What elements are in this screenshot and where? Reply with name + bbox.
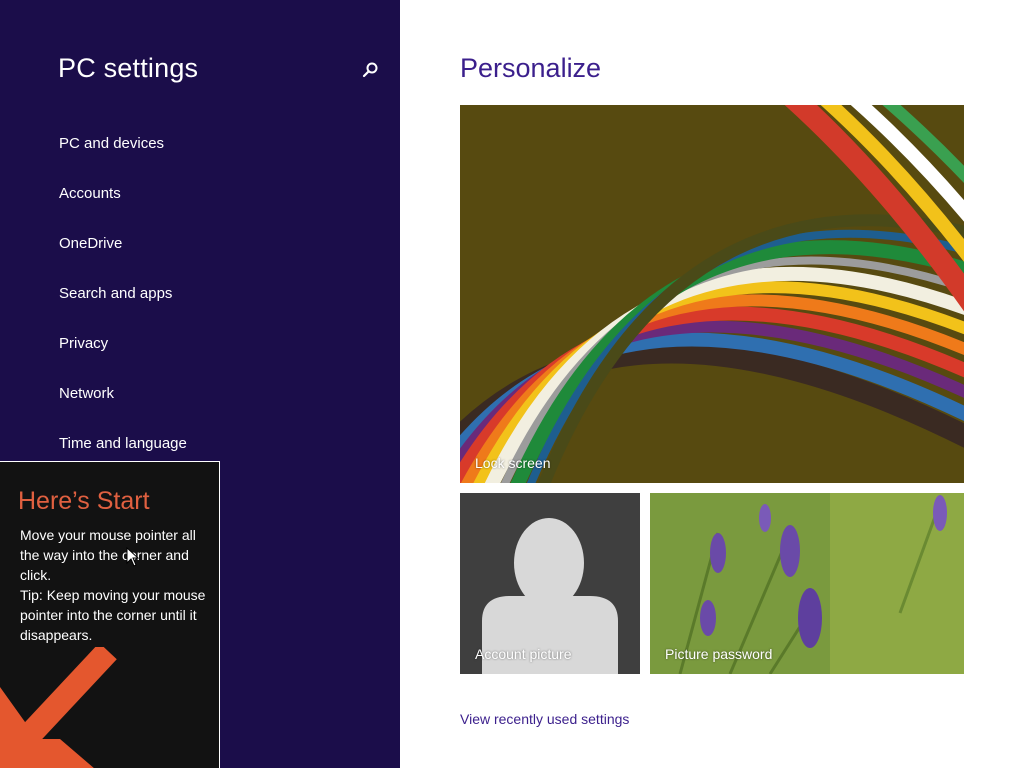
nav-title: PC settings — [58, 53, 199, 83]
corner-arrow-icon — [0, 647, 117, 768]
account-picture-label: Account picture — [475, 646, 572, 662]
page-title: Personalize — [460, 53, 602, 83]
account-picture-tile[interactable]: Account picture — [460, 493, 640, 674]
nav-item-accounts[interactable]: Accounts — [59, 184, 187, 234]
tip-body: Move your mouse pointer all the way into… — [20, 527, 206, 643]
view-recent-settings-link[interactable]: View recently used settings — [460, 711, 629, 727]
picture-password-tile[interactable]: Picture password — [650, 493, 964, 674]
nav-item-onedrive[interactable]: OneDrive — [59, 234, 187, 284]
nav-item-network[interactable]: Network — [59, 384, 187, 434]
lock-screen-image — [460, 105, 964, 483]
search-button[interactable] — [358, 58, 384, 84]
start-tip-popup: Here’s Start Move your mouse pointer all… — [0, 461, 220, 768]
search-icon — [362, 62, 378, 78]
nav-item-pc-and-devices[interactable]: PC and devices — [59, 134, 187, 184]
mouse-cursor-icon — [126, 547, 139, 567]
tip-title: Here’s Start — [18, 487, 150, 515]
lock-screen-tile[interactable]: Lock screen — [460, 105, 964, 483]
nav-list: PC and devices Accounts OneDrive Search … — [59, 134, 187, 484]
nav-item-privacy[interactable]: Privacy — [59, 334, 187, 384]
lock-screen-label: Lock screen — [475, 455, 551, 471]
picture-password-label: Picture password — [665, 646, 773, 662]
nav-item-search-and-apps[interactable]: Search and apps — [59, 284, 187, 334]
